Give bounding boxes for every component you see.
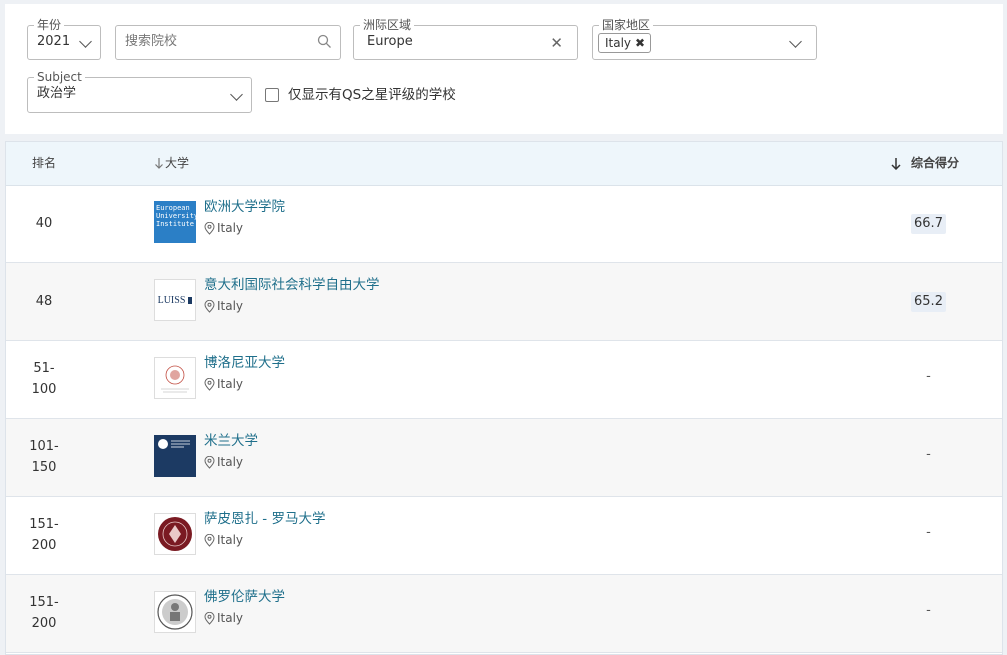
location-text: Italy: [217, 377, 244, 391]
chevron-down-icon: [79, 35, 92, 48]
table-row[interactable]: 101- 150 米兰大学 Italy -: [6, 419, 1002, 497]
location-pin-icon: [204, 377, 215, 391]
table-row[interactable]: 151- 200 萨皮恩扎 - 罗马大学 Italy -: [6, 497, 1002, 575]
rank-line: 40: [35, 216, 53, 231]
filter-panel: 年份 2021 搜索院校 洲际区域 Europe ✕ 国家地区 Italy ✖ …: [5, 4, 1003, 134]
logo-text: European University Institute: [156, 204, 196, 228]
rank-line: 151-: [29, 517, 59, 532]
overall-score: -: [926, 525, 931, 540]
search-placeholder: 搜索院校: [125, 34, 178, 49]
university-logo[interactable]: [154, 357, 196, 399]
rank-cell: 151- 200: [6, 514, 82, 556]
score-header-label: 综合得分: [911, 156, 960, 170]
rank-cell: 51- 100: [6, 358, 82, 400]
chevron-down-icon: [230, 88, 243, 101]
university-logo[interactable]: LUISS: [154, 279, 196, 321]
location-pin-icon: [204, 455, 215, 469]
region-select[interactable]: 洲际区域 Europe ✕: [353, 17, 578, 60]
university-location: Italy: [204, 220, 243, 236]
rank-cell: 40: [6, 213, 82, 234]
rank-line: 48: [35, 294, 53, 309]
rank-line: 200: [31, 538, 57, 553]
location-pin-icon: [204, 299, 215, 313]
location-text: Italy: [217, 533, 244, 547]
subject-select[interactable]: Subject 政治学: [27, 69, 252, 113]
rank-cell: 151- 200: [6, 592, 82, 634]
sort-arrow-icon: [891, 157, 901, 170]
rank-line: 51-: [33, 361, 55, 376]
rank-line: 150: [31, 460, 57, 475]
sort-arrow-icon: [155, 158, 163, 169]
region-legend: 洲际区域: [360, 17, 415, 33]
search-icon: [317, 34, 332, 53]
rank-cell: 101- 150: [6, 436, 82, 478]
university-location: Italy: [204, 298, 243, 314]
qs-stars-checkbox[interactable]: [265, 88, 279, 102]
overall-score: 65.2: [911, 292, 946, 312]
university-name-link[interactable]: 博洛尼亚大学: [204, 354, 285, 372]
university-name-link[interactable]: 欧洲大学学院: [204, 198, 285, 216]
university-logo[interactable]: European University Institute: [154, 201, 196, 243]
rank-header[interactable]: 排名: [32, 155, 56, 171]
rank-line: 101-: [29, 439, 59, 454]
subject-value: 政治学: [37, 86, 77, 101]
rank-line: 100: [31, 382, 57, 397]
region-value: Europe: [367, 34, 413, 49]
year-legend: 年份: [34, 17, 65, 33]
overall-score: -: [926, 369, 931, 384]
table-row[interactable]: 48 LUISS 意大利国际社会科学自由大学 Italy 65.2: [6, 263, 1002, 341]
rank-line: 151-: [29, 595, 59, 610]
year-value: 2021: [37, 34, 71, 49]
table-row[interactable]: 151- 200 佛罗伦萨大学 Italy -: [6, 575, 1002, 653]
remove-tag-icon[interactable]: ✖: [635, 33, 645, 53]
clear-icon[interactable]: ✕: [550, 34, 563, 52]
university-location: Italy: [204, 532, 243, 548]
university-header-label: 大学: [165, 156, 190, 170]
location-text: Italy: [217, 455, 244, 469]
location-pin-icon: [204, 221, 215, 235]
location-text: Italy: [217, 299, 244, 313]
rank-cell: 48: [6, 291, 82, 312]
search-input[interactable]: 搜索院校: [115, 25, 341, 60]
university-location: Italy: [204, 454, 243, 470]
year-select[interactable]: 年份 2021: [27, 17, 101, 60]
university-header[interactable]: 大学: [154, 155, 189, 171]
score-header[interactable]: 综合得分: [890, 155, 959, 171]
university-logo[interactable]: [154, 591, 196, 633]
table-row[interactable]: 40 European University Institute 欧洲大学学院 Ita…: [6, 185, 1002, 263]
country-tag-label: Italy: [605, 36, 632, 50]
university-location: Italy: [204, 376, 243, 392]
university-name-link[interactable]: 萨皮恩扎 - 罗马大学: [204, 510, 325, 528]
rankings-table: 排名 大学 综合得分 40 European University Institu…: [5, 141, 1003, 655]
location-text: Italy: [217, 221, 244, 235]
location-text: Italy: [217, 611, 244, 625]
overall-score: -: [926, 447, 931, 462]
logo-text: LUISS: [157, 294, 186, 306]
overall-score: 66.7: [911, 214, 946, 234]
qs-stars-label[interactable]: 仅显示有QS之星评级的学校: [288, 86, 456, 104]
country-select[interactable]: 国家地区 Italy ✖: [592, 17, 817, 60]
table-header: 排名 大学 综合得分: [6, 142, 1002, 186]
chevron-down-icon: [789, 35, 802, 48]
university-name-link[interactable]: 佛罗伦萨大学: [204, 588, 285, 606]
country-tag[interactable]: Italy ✖: [598, 33, 652, 53]
overall-score: -: [926, 603, 931, 618]
university-logo[interactable]: [154, 435, 196, 477]
university-name-link[interactable]: 米兰大学: [204, 432, 258, 450]
rank-line: 200: [31, 616, 57, 631]
country-legend: 国家地区: [599, 17, 654, 33]
university-logo[interactable]: [154, 513, 196, 555]
subject-legend: Subject: [34, 69, 85, 85]
location-pin-icon: [204, 611, 215, 625]
location-pin-icon: [204, 533, 215, 547]
table-row[interactable]: 51- 100 博洛尼亚大学 Italy -: [6, 341, 1002, 419]
university-name-link[interactable]: 意大利国际社会科学自由大学: [204, 276, 380, 294]
university-location: Italy: [204, 610, 243, 626]
